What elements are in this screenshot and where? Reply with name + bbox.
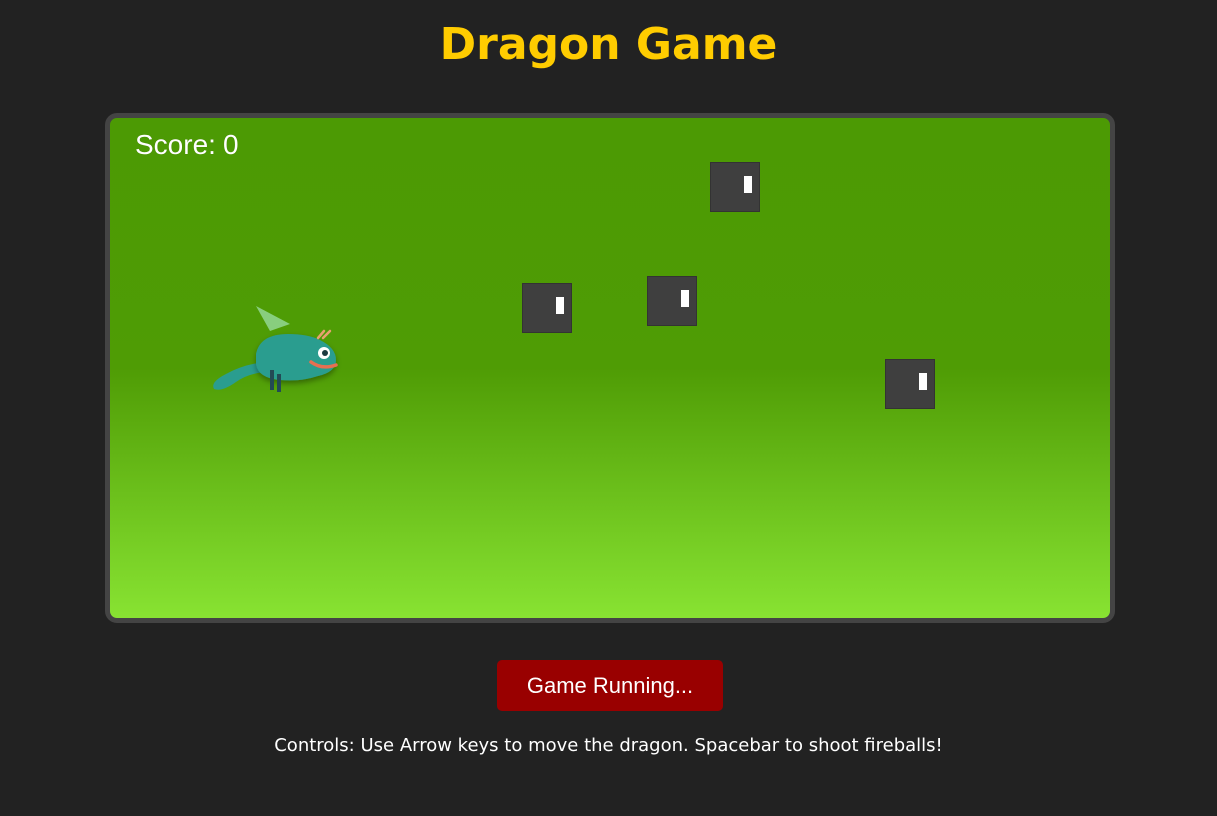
- dragon-pupil: [322, 350, 328, 356]
- enemy-block: [885, 359, 935, 409]
- game-status-button[interactable]: Game Running...: [497, 660, 723, 711]
- enemy-block: [647, 276, 697, 326]
- dragon-leg: [270, 370, 274, 390]
- dragon-leg: [277, 374, 281, 392]
- enemy-eye: [744, 176, 752, 193]
- enemy-block: [522, 283, 572, 333]
- enemy-block: [710, 162, 760, 212]
- game-canvas[interactable]: Score: 0: [105, 113, 1115, 623]
- enemy-eye: [556, 297, 564, 314]
- score-display: Score: 0: [135, 128, 239, 162]
- score-label: Score:: [135, 129, 216, 160]
- dragon-player: [213, 306, 338, 392]
- dragon-wing: [256, 306, 290, 331]
- controls-instructions: Controls: Use Arrow keys to move the dra…: [274, 735, 943, 756]
- score-value: 0: [222, 129, 239, 160]
- page-title: Dragon Game: [439, 19, 778, 70]
- enemy-eye: [681, 290, 689, 307]
- enemy-eye: [919, 373, 927, 390]
